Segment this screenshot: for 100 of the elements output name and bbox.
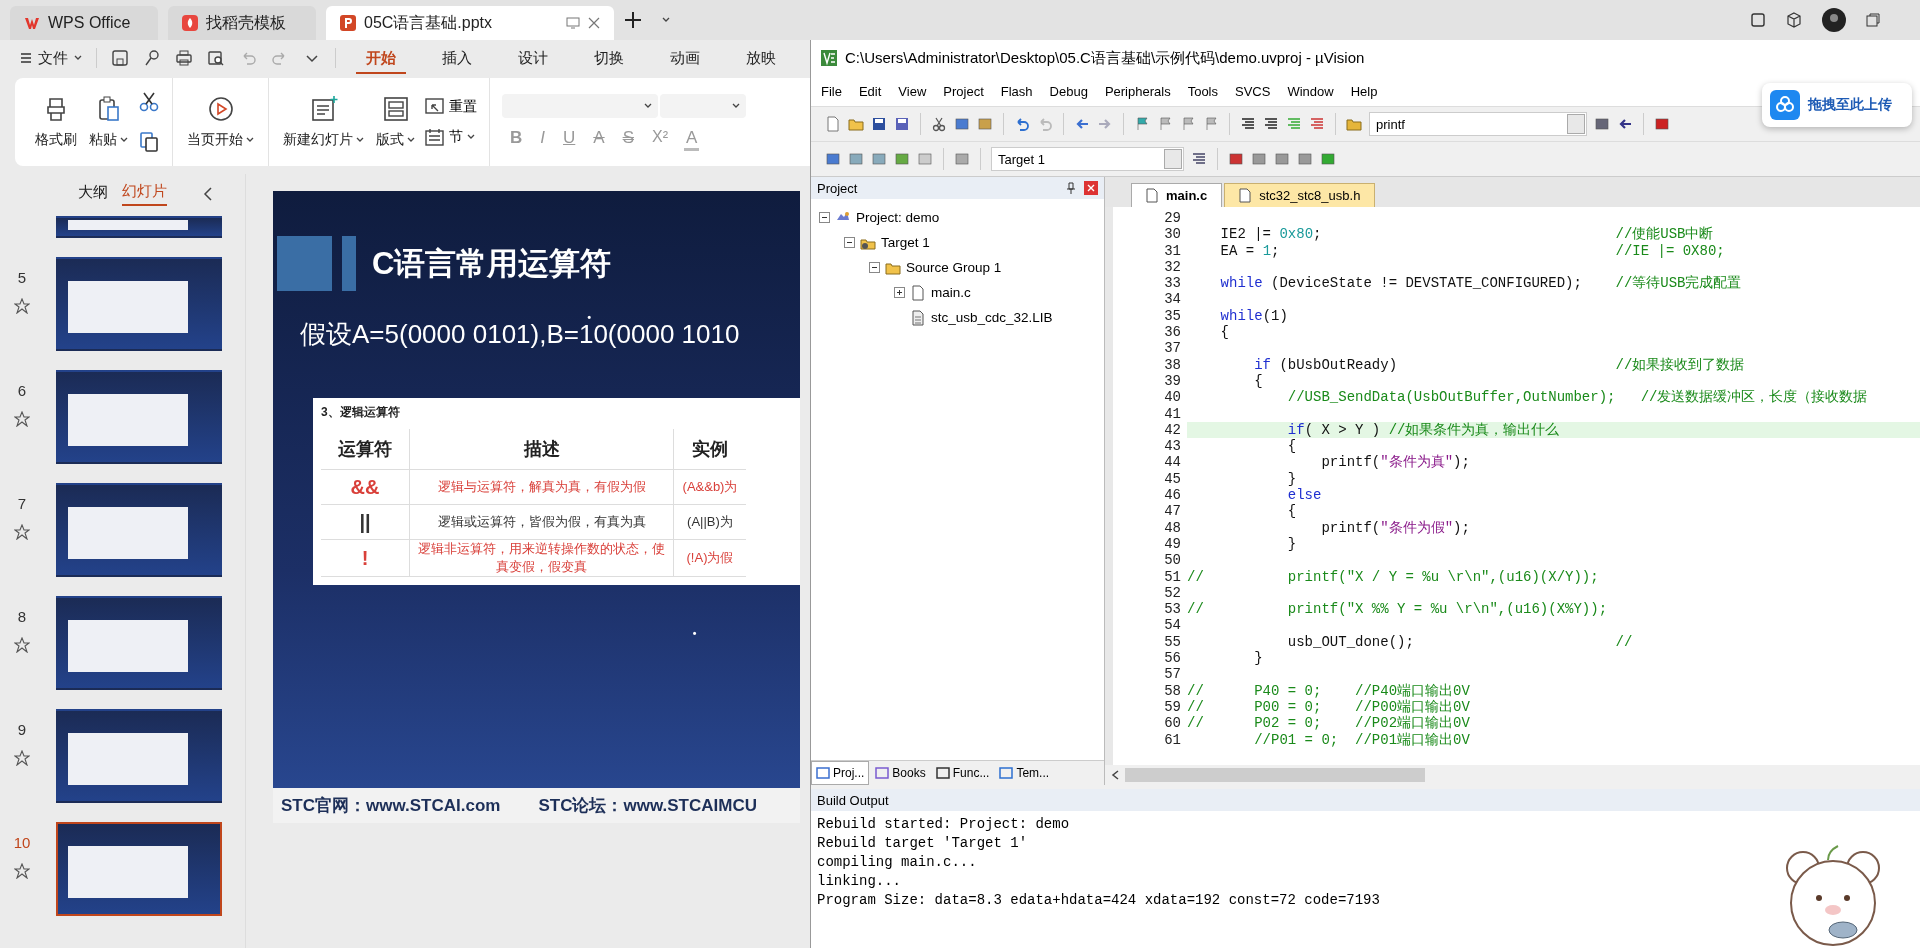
ribbon-tab[interactable]: 切换 xyxy=(584,42,634,74)
panel-tab[interactable]: Func... xyxy=(931,761,994,785)
menu-item[interactable]: Project xyxy=(943,83,984,99)
restore-icon[interactable] xyxy=(1866,13,1880,27)
save-all-icon[interactable] xyxy=(894,116,910,132)
panel-tab[interactable]: 大纲 xyxy=(78,183,108,205)
reset-button[interactable]: 重置 xyxy=(425,98,477,116)
menu-item[interactable]: Tools xyxy=(1187,83,1218,99)
line-number: 29 xyxy=(1163,210,1182,227)
search-combo[interactable]: printf xyxy=(1369,112,1587,136)
cube-icon[interactable] xyxy=(1786,12,1802,28)
target-combo[interactable]: Target 1 xyxy=(991,147,1184,171)
new-file-icon[interactable] xyxy=(825,116,841,132)
menu-item[interactable]: Peripherals xyxy=(1104,83,1171,99)
file-tab[interactable]: stc32_stc8_usb.h xyxy=(1224,183,1376,207)
slide-thumbnail[interactable] xyxy=(56,257,222,351)
save-icon[interactable] xyxy=(871,116,887,132)
uncomment-icon[interactable] xyxy=(1309,116,1325,132)
menu-item[interactable]: Flash xyxy=(1000,83,1033,99)
collapse-icon[interactable] xyxy=(844,237,855,248)
collapse-icon[interactable] xyxy=(203,187,213,201)
slide-thumbnail[interactable] xyxy=(56,483,222,577)
file-tab[interactable]: main.c xyxy=(1131,183,1223,207)
panel-tab[interactable]: Tem... xyxy=(995,761,1054,785)
panel-tab[interactable]: 幻灯片 xyxy=(122,182,167,206)
line-number: 34 xyxy=(1163,291,1182,308)
ribbon-tab[interactable]: 设计 xyxy=(508,42,558,74)
tree-item[interactable]: Target 1 xyxy=(881,235,930,250)
star-icon[interactable] xyxy=(14,298,30,314)
new-slide-button[interactable]: 新建幻灯片 xyxy=(281,91,366,153)
scissors-icon[interactable] xyxy=(138,91,160,113)
star-icon[interactable] xyxy=(14,863,30,879)
ribbon-tab[interactable]: 插入 xyxy=(432,42,482,74)
star-icon[interactable] xyxy=(14,637,30,653)
layout-button[interactable]: 版式 xyxy=(374,91,417,153)
templates-icon xyxy=(999,766,1014,780)
line-number: 43 xyxy=(1163,438,1182,455)
menu-item[interactable]: SVCS xyxy=(1235,83,1271,99)
collapse-icon[interactable] xyxy=(869,262,880,273)
panel-tab[interactable]: Books xyxy=(871,761,930,785)
tree-item[interactable]: main.c xyxy=(931,285,971,300)
menu-item[interactable]: Help xyxy=(1350,83,1378,99)
upload-button[interactable]: 拖拽至此上传 xyxy=(1762,83,1912,127)
avatar-icon[interactable] xyxy=(1822,8,1846,32)
collapse-icon[interactable] xyxy=(819,212,830,223)
save-icon[interactable] xyxy=(111,49,129,67)
slide-thumbnail[interactable] xyxy=(56,216,222,238)
code-line: { xyxy=(1253,372,1264,390)
caret-icon xyxy=(74,55,82,61)
ribbon-tab[interactable]: 开始 xyxy=(356,42,406,74)
open-folder-icon[interactable] xyxy=(848,116,864,132)
format-painter-button[interactable]: 格式刷 xyxy=(33,91,79,153)
ribbon-tab[interactable]: 动画 xyxy=(660,42,710,74)
indent-icon[interactable] xyxy=(1240,116,1256,132)
table-cell: (!A)为假 xyxy=(673,539,746,577)
reset-icon xyxy=(425,98,445,116)
slide-thumbnail[interactable] xyxy=(56,370,222,464)
pin-icon[interactable] xyxy=(1066,182,1076,194)
menu-item[interactable]: File xyxy=(821,83,842,99)
print-icon[interactable] xyxy=(175,49,193,67)
line-number: 39 xyxy=(1163,372,1182,390)
file-icon xyxy=(1239,188,1252,203)
menu-item[interactable]: Debug xyxy=(1049,83,1088,99)
star-icon[interactable] xyxy=(14,524,30,540)
document-tab[interactable]: 找稻壳模板 xyxy=(168,6,316,40)
expand-icon[interactable] xyxy=(894,287,905,298)
tree-item[interactable]: Project: demo xyxy=(856,210,940,225)
slide-number: 7 xyxy=(17,495,27,512)
code-line: { xyxy=(1219,324,1230,341)
panel-tab[interactable]: Proj... xyxy=(811,761,870,785)
tree-item[interactable]: stc_usb_cdc_32.LIB xyxy=(931,310,1053,325)
find-in-files-icon[interactable] xyxy=(1346,116,1362,132)
caret-icon xyxy=(246,137,254,143)
code-editor[interactable] xyxy=(1105,207,1920,765)
ribbon-tab[interactable]: 放映 xyxy=(736,42,786,74)
star-icon[interactable] xyxy=(14,411,30,427)
file-menu[interactable]: 文件 xyxy=(20,48,82,68)
outdent-icon[interactable] xyxy=(1263,116,1279,132)
menu-item[interactable]: Window xyxy=(1287,83,1334,99)
document-tab[interactable]: 05C语言基础.pptx xyxy=(326,6,614,40)
play-button[interactable]: 当页开始 xyxy=(185,91,256,153)
star-icon[interactable] xyxy=(14,750,30,766)
paste-button[interactable]: 粘贴 xyxy=(87,91,130,153)
title-decoration xyxy=(277,236,332,291)
slide-thumbnail[interactable] xyxy=(56,596,222,690)
scissors-icon[interactable] xyxy=(931,116,947,132)
section-button[interactable]: 节 xyxy=(425,128,477,146)
tree-item[interactable]: Source Group 1 xyxy=(906,260,1002,275)
menu-item[interactable]: View xyxy=(898,83,927,99)
plus-icon[interactable] xyxy=(624,11,642,29)
close-icon[interactable] xyxy=(588,17,600,29)
slide-thumbnail[interactable] xyxy=(56,822,222,916)
slide-thumbnail[interactable] xyxy=(56,709,222,803)
undo-icon[interactable] xyxy=(1014,116,1030,132)
menu-item[interactable]: Edit xyxy=(858,83,882,99)
window-icon[interactable] xyxy=(1750,12,1766,28)
close-icon[interactable] xyxy=(1084,181,1098,195)
print-preview-icon[interactable] xyxy=(207,49,225,67)
flag-icon[interactable] xyxy=(1134,116,1150,132)
document-tab[interactable]: WPS Office xyxy=(10,6,158,40)
